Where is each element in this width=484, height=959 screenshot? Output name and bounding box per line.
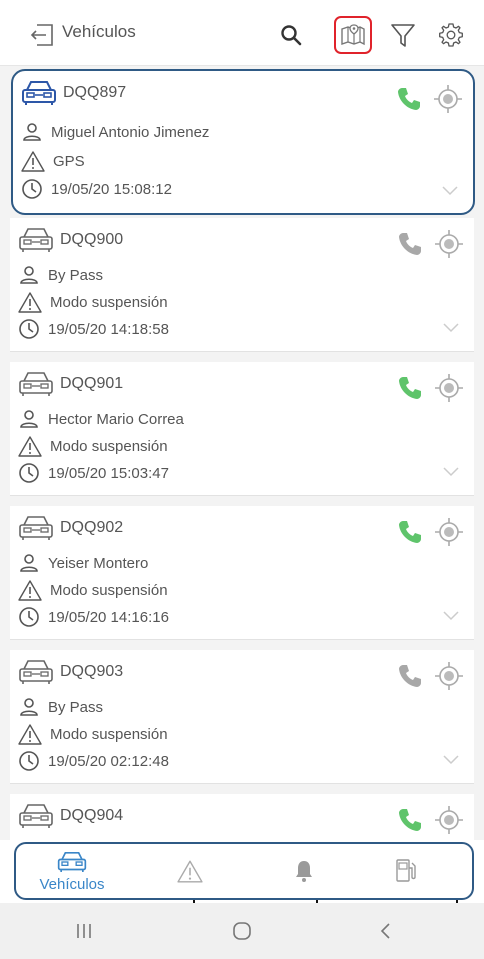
settings-button[interactable] xyxy=(432,16,470,54)
clock-icon xyxy=(19,607,39,627)
car-icon xyxy=(19,372,53,396)
vehicle-timestamp: 19/05/20 02:12:48 xyxy=(48,752,169,770)
vehicle-card[interactable]: DQQ901 Hector Mario Correa Modo suspensi… xyxy=(10,362,474,496)
bottom-tab-bar: Vehículos xyxy=(0,840,484,900)
locate-icon[interactable] xyxy=(434,229,464,259)
person-icon xyxy=(20,554,38,572)
search-icon xyxy=(281,25,302,46)
car-icon xyxy=(19,804,53,828)
tab-vehicles[interactable]: Vehículos xyxy=(22,846,122,896)
map-view-button[interactable] xyxy=(334,16,372,54)
page-title: Vehículos xyxy=(62,22,136,41)
chevron-down-icon[interactable] xyxy=(441,185,459,197)
chevron-down-icon[interactable] xyxy=(442,466,460,478)
car-icon xyxy=(19,660,53,684)
vehicle-plate: DQQ904 xyxy=(60,807,124,824)
phone-icon[interactable] xyxy=(396,806,424,834)
warning-icon xyxy=(18,292,42,313)
vehicle-card[interactable]: DQQ903 By Pass Modo suspensión 19/05/20 … xyxy=(10,650,474,784)
clock-icon xyxy=(19,751,39,771)
vehicle-timestamp: 19/05/20 15:08:12 xyxy=(51,180,172,198)
tab-notifications[interactable] xyxy=(254,846,354,896)
warning-icon xyxy=(21,151,45,172)
vehicle-status: Modo suspensión xyxy=(50,581,168,599)
vehicle-card[interactable]: DQQ902 Yeiser Montero Modo suspensión 19… xyxy=(10,506,474,640)
locate-icon[interactable] xyxy=(434,517,464,547)
vehicle-plate: DQQ903 xyxy=(60,663,124,680)
back-button[interactable] xyxy=(28,20,58,50)
person-icon xyxy=(20,266,38,284)
vehicle-plate: DQQ901 xyxy=(60,375,124,392)
car-icon xyxy=(19,228,53,252)
driver-name: Yeiser Montero xyxy=(48,554,149,572)
phone-icon[interactable] xyxy=(395,85,423,113)
vehicle-timestamp: 19/05/20 14:16:16 xyxy=(48,608,169,626)
vehicle-timestamp: 19/05/20 14:18:58 xyxy=(48,320,169,338)
driver-name: Hector Mario Correa xyxy=(48,410,184,428)
recent-apps-button[interactable] xyxy=(54,911,114,951)
vehicle-status: Modo suspensión xyxy=(50,437,168,455)
driver-name: By Pass xyxy=(48,266,104,284)
locate-icon[interactable] xyxy=(434,373,464,403)
tab-alerts[interactable] xyxy=(140,846,240,896)
map-pin-icon xyxy=(341,24,365,46)
chevron-down-icon[interactable] xyxy=(442,610,460,622)
tab-label: Vehículos xyxy=(39,875,105,893)
clock-icon xyxy=(19,319,39,339)
system-nav-bar xyxy=(0,903,484,959)
app-header: Vehículos xyxy=(0,0,484,66)
person-icon xyxy=(20,410,38,428)
back-nav-icon xyxy=(380,923,390,939)
driver-name: By Pass xyxy=(48,698,104,716)
bell-icon xyxy=(296,861,312,882)
warning-icon xyxy=(177,860,203,883)
clock-icon xyxy=(22,179,42,199)
phone-icon[interactable] xyxy=(396,662,424,690)
filter-button[interactable] xyxy=(384,16,422,54)
vehicle-list[interactable]: DQQ897 Miguel Antonio Jimenez GPS 19/05/… xyxy=(0,66,484,840)
vehicle-card[interactable]: DQQ897 Miguel Antonio Jimenez GPS 19/05/… xyxy=(11,69,475,215)
phone-icon[interactable] xyxy=(396,230,424,258)
back-nav-button[interactable] xyxy=(355,911,415,951)
warning-icon xyxy=(18,436,42,457)
tab-fuel[interactable] xyxy=(356,846,456,896)
back-arrow-icon xyxy=(30,24,53,46)
vehicle-plate: DQQ902 xyxy=(60,519,124,536)
chevron-down-icon[interactable] xyxy=(442,322,460,334)
warning-icon xyxy=(18,580,42,601)
phone-icon[interactable] xyxy=(396,518,424,546)
vehicle-card[interactable]: DQQ900 By Pass Modo suspensión 19/05/20 … xyxy=(10,218,474,352)
driver-name: Miguel Antonio Jimenez xyxy=(51,123,210,141)
person-icon xyxy=(20,698,38,716)
gear-icon xyxy=(439,23,463,47)
car-icon xyxy=(22,81,56,105)
chevron-down-icon[interactable] xyxy=(442,754,460,766)
phone-icon[interactable] xyxy=(396,374,424,402)
vehicle-timestamp: 19/05/20 15:03:47 xyxy=(48,464,169,482)
locate-icon[interactable] xyxy=(434,805,464,835)
fuel-icon xyxy=(396,859,416,882)
car-icon xyxy=(19,516,53,540)
person-icon xyxy=(23,123,41,141)
locate-icon[interactable] xyxy=(434,661,464,691)
home-button[interactable] xyxy=(212,911,272,951)
recent-apps-icon xyxy=(77,924,91,938)
vehicle-status: Modo suspensión xyxy=(50,725,168,743)
search-button[interactable] xyxy=(272,16,310,54)
home-icon xyxy=(233,922,251,940)
vehicle-card[interactable]: DQQ904 xyxy=(10,794,474,840)
vehicle-status: GPS xyxy=(53,152,85,170)
vehicle-plate: DQQ897 xyxy=(63,84,127,101)
clock-icon xyxy=(19,463,39,483)
warning-icon xyxy=(18,724,42,745)
car-icon xyxy=(57,851,87,872)
vehicle-plate: DQQ900 xyxy=(60,231,124,248)
locate-icon[interactable] xyxy=(433,84,463,114)
vehicle-status: Modo suspensión xyxy=(50,293,168,311)
filter-icon xyxy=(391,24,415,47)
